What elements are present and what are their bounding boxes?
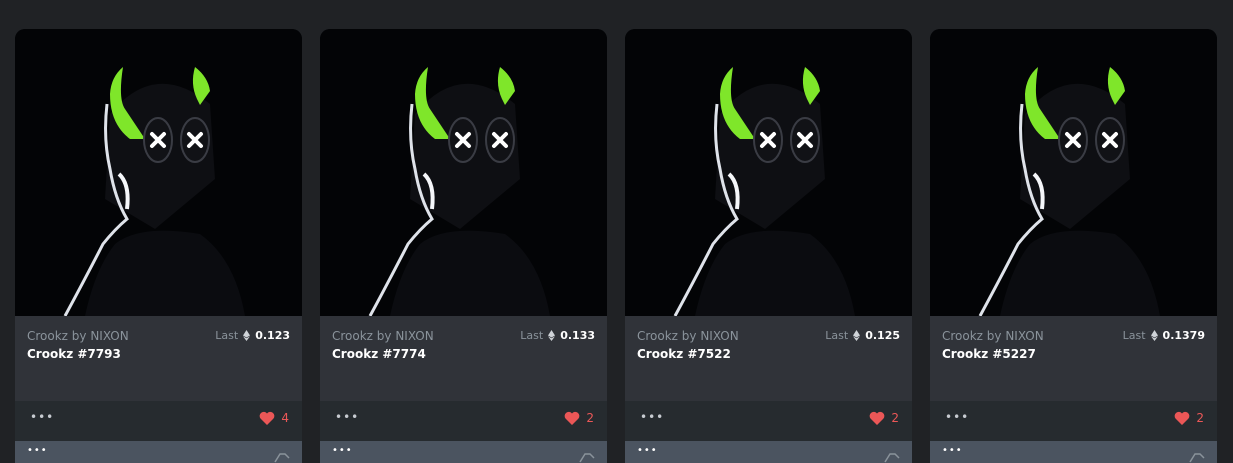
- last-price-value: 0.123: [255, 329, 290, 342]
- nft-card-grid: Crookz by NIXON Crookz #7793 Last 0.123 …: [15, 29, 1218, 463]
- more-options-button[interactable]: •••: [637, 446, 658, 456]
- collection-name[interactable]: Crookz by NIXON: [332, 329, 434, 343]
- token-name[interactable]: Crookz #7522: [637, 347, 731, 361]
- tag-icon[interactable]: [274, 453, 290, 463]
- collection-name[interactable]: Crookz by NIXON: [637, 329, 739, 343]
- heart-icon: [870, 411, 885, 425]
- heart-icon: [260, 411, 275, 425]
- nft-card[interactable]: Crookz by NIXON Crookz #7522 Last 0.125 …: [625, 29, 912, 463]
- like-button[interactable]: 2: [869, 411, 899, 425]
- nft-card[interactable]: Crookz by NIXON Crookz #5227 Last 0.1379…: [930, 29, 1217, 463]
- last-price: Last 0.123: [215, 329, 290, 342]
- like-count: 4: [281, 411, 289, 425]
- ethereum-icon: [243, 330, 251, 341]
- last-price-label: Last: [1122, 329, 1146, 342]
- nft-artwork-image[interactable]: [625, 29, 912, 316]
- more-options-button[interactable]: •••: [30, 410, 54, 424]
- like-button[interactable]: 4: [259, 411, 289, 425]
- last-price: Last 0.125: [825, 329, 900, 342]
- like-count: 2: [891, 411, 899, 425]
- collection-name[interactable]: Crookz by NIXON: [942, 329, 1044, 343]
- card-action-bar: •••: [930, 441, 1217, 463]
- card-footer: ••• 4: [15, 401, 302, 441]
- like-button[interactable]: 2: [564, 411, 594, 425]
- nft-artwork-image[interactable]: [15, 29, 302, 316]
- card-action-bar: •••: [320, 441, 607, 463]
- ethereum-icon: [853, 330, 861, 341]
- last-price-label: Last: [215, 329, 239, 342]
- last-price-value: 0.125: [865, 329, 900, 342]
- more-options-button[interactable]: •••: [332, 446, 353, 456]
- last-price-value: 0.133: [560, 329, 595, 342]
- card-footer: ••• 2: [625, 401, 912, 441]
- like-count: 2: [1196, 411, 1204, 425]
- nft-card[interactable]: Crookz by NIXON Crookz #7793 Last 0.123 …: [15, 29, 302, 463]
- ethereum-icon: [548, 330, 556, 341]
- like-count: 2: [586, 411, 594, 425]
- card-action-bar: •••: [15, 441, 302, 463]
- more-options-button[interactable]: •••: [640, 410, 664, 424]
- more-options-button[interactable]: •••: [942, 446, 963, 456]
- token-name[interactable]: Crookz #5227: [942, 347, 1036, 361]
- heart-icon: [1175, 411, 1190, 425]
- ethereum-icon: [1150, 330, 1158, 341]
- nft-card[interactable]: Crookz by NIXON Crookz #7774 Last 0.133 …: [320, 29, 607, 463]
- token-name[interactable]: Crookz #7774: [332, 347, 426, 361]
- token-name[interactable]: Crookz #7793: [27, 347, 121, 361]
- last-price-label: Last: [520, 329, 544, 342]
- nft-artwork-image[interactable]: [320, 29, 607, 316]
- tag-icon[interactable]: [579, 453, 595, 463]
- more-options-button[interactable]: •••: [335, 410, 359, 424]
- nft-artwork-image[interactable]: [930, 29, 1217, 316]
- card-action-bar: •••: [625, 441, 912, 463]
- more-options-button[interactable]: •••: [27, 446, 48, 456]
- last-price-value: 0.1379: [1162, 329, 1205, 342]
- last-price-label: Last: [825, 329, 849, 342]
- like-button[interactable]: 2: [1174, 411, 1204, 425]
- card-footer: ••• 2: [320, 401, 607, 441]
- tag-icon[interactable]: [1189, 453, 1205, 463]
- last-price: Last 0.133: [520, 329, 595, 342]
- more-options-button[interactable]: •••: [945, 410, 969, 424]
- tag-icon[interactable]: [884, 453, 900, 463]
- last-price: Last 0.1379: [1123, 329, 1205, 342]
- collection-name[interactable]: Crookz by NIXON: [27, 329, 129, 343]
- heart-icon: [565, 411, 580, 425]
- card-footer: ••• 2: [930, 401, 1217, 441]
